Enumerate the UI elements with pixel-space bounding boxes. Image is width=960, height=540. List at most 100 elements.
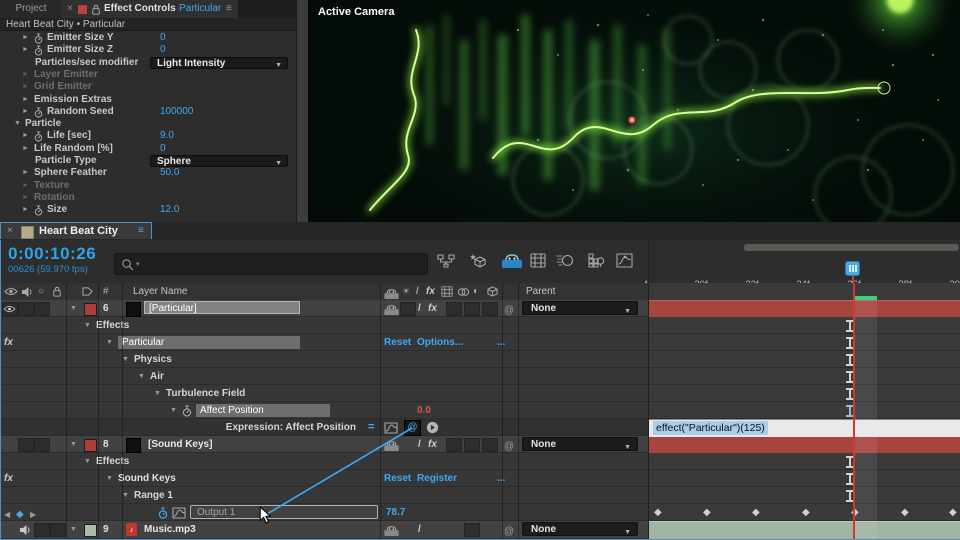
property-value[interactable]: 0 [160, 44, 166, 56]
column-divider[interactable] [122, 283, 123, 540]
expression-graph-icon[interactable] [384, 422, 398, 434]
label-color-chip[interactable] [84, 439, 97, 452]
options-link[interactable]: Options... [417, 334, 463, 351]
twirl-icon[interactable]: ▼ [84, 453, 91, 470]
lock-toggle[interactable] [50, 523, 66, 537]
expression-language-menu-icon[interactable] [426, 421, 439, 434]
quality-switch[interactable]: / [418, 300, 421, 317]
comp-mini-flowchart-icon[interactable] [437, 254, 455, 268]
twirl-icon[interactable]: ▼ [106, 470, 113, 487]
switch-slot[interactable] [400, 302, 416, 316]
expander-icon[interactable]: ▼ [70, 521, 77, 538]
ec-row-life-random[interactable]: ► Life Random [%] 0 [0, 143, 296, 155]
twirl-icon[interactable]: ► [22, 167, 29, 179]
twirl-icon[interactable]: ► [22, 69, 29, 81]
ec-row-emitter-size-y[interactable]: ► Emitter Size Y 0 [0, 32, 296, 44]
property-value[interactable]: 12.0 [160, 204, 179, 216]
draft-3d-icon[interactable] [469, 252, 487, 269]
switch-slot[interactable] [464, 302, 480, 316]
property-value[interactable]: 0 [160, 143, 166, 155]
search-caret-icon[interactable]: ▾ [136, 260, 140, 268]
twirl-icon[interactable]: ► [22, 44, 29, 56]
twirl-icon[interactable]: ► [22, 204, 29, 216]
particles-sec-modifier-dropdown[interactable]: Light Intensity▼ [150, 57, 288, 69]
expression-field[interactable]: effect("Particular")(125) [649, 419, 960, 437]
twirl-icon[interactable]: ▼ [106, 334, 113, 351]
layer-duration-bar-music[interactable] [649, 521, 960, 540]
layer-name-column-header[interactable]: Layer Name [133, 283, 187, 300]
close-icon[interactable]: × [7, 223, 13, 239]
expression-pickwhip-icon[interactable]: @ [404, 420, 421, 436]
parent-dropdown[interactable]: None▼ [522, 301, 638, 315]
twirl-icon[interactable]: ▼ [138, 368, 145, 385]
stopwatch-icon[interactable] [34, 107, 43, 118]
current-time-indicator-line[interactable] [853, 283, 855, 540]
switch-slot[interactable] [446, 302, 462, 316]
property-value[interactable]: 9.0 [160, 130, 174, 142]
layer-name-box[interactable]: [Particular] [144, 301, 300, 314]
solo-toggle[interactable] [34, 438, 50, 452]
keyframe-diamond[interactable]: ◆ [949, 507, 957, 518]
parent-pickwhip-icon[interactable]: @ [504, 523, 514, 540]
stopwatch-icon[interactable] [34, 33, 43, 44]
fx-switch[interactable]: fx [428, 436, 437, 453]
time-ruler[interactable]: f 20f 22f 24f 26f 28f 30f [648, 240, 960, 283]
audio-toggle[interactable] [18, 302, 34, 316]
brainstorm-icon[interactable] [588, 253, 605, 268]
hide-shy-layers-icon[interactable] [502, 254, 522, 268]
tab-heart-beat-city[interactable]: × Heart Beat City ≡ [0, 222, 152, 239]
parent-dropdown[interactable]: None▼ [522, 437, 638, 451]
keyframe-diamond[interactable]: ◆ [703, 507, 711, 518]
register-link[interactable]: Register [417, 470, 457, 487]
property-value[interactable]: 0 [160, 32, 166, 44]
stopwatch-icon[interactable] [34, 45, 43, 56]
layer-name[interactable]: Music.mp3 [144, 521, 196, 538]
property-value[interactable]: 78.7 [386, 504, 405, 521]
shy-switch[interactable] [384, 526, 399, 536]
switch-slot[interactable] [464, 523, 480, 537]
composition-viewer[interactable]: Active Camera [308, 0, 960, 222]
twirl-icon[interactable]: ► [22, 180, 29, 192]
effect-name[interactable]: Sound Keys [118, 470, 176, 487]
keyframe-diamond[interactable]: ◆ [802, 507, 810, 518]
ec-row-rotation[interactable]: ► Rotation [0, 192, 296, 204]
twirl-icon[interactable]: ► [22, 130, 29, 142]
twirl-icon[interactable]: ► [22, 192, 29, 204]
column-divider[interactable] [380, 283, 381, 540]
ec-row-size[interactable]: ► Size 12.0 [0, 204, 296, 216]
twirl-icon[interactable]: ► [22, 81, 29, 93]
layer-name[interactable]: [Sound Keys] [148, 436, 212, 453]
panel-menu-icon[interactable]: ≡ [226, 0, 232, 18]
twirl-icon[interactable]: ► [22, 32, 29, 44]
ec-row-life-sec[interactable]: ► Life [sec] 9.0 [0, 130, 296, 142]
ec-row-grid-emitter[interactable]: ► Grid Emitter [0, 81, 296, 93]
quality-switch[interactable]: / [418, 436, 421, 453]
column-divider[interactable] [98, 283, 99, 540]
video-toggle[interactable] [18, 438, 34, 452]
label-color-chip[interactable] [84, 303, 97, 316]
close-icon[interactable]: × [67, 0, 73, 18]
ec-row-emission-extras[interactable]: ► Emission Extras [0, 94, 296, 106]
ec-row-random-seed[interactable]: ► Random Seed 100000 [0, 106, 296, 118]
expander-icon[interactable]: ▼ [70, 300, 77, 317]
stopwatch-icon[interactable] [182, 405, 192, 417]
pickwhip-drop-target-box[interactable]: Output 1 [190, 505, 378, 519]
stopwatch-icon[interactable] [34, 205, 43, 216]
search-input[interactable]: ▾ [114, 253, 428, 275]
graph-editor-icon[interactable] [616, 253, 633, 268]
property-value[interactable]: 50.0 [160, 167, 179, 179]
twirl-icon[interactable]: ▼ [84, 317, 91, 334]
speaker-icon[interactable] [19, 524, 31, 536]
twirl-icon[interactable]: ▼ [14, 118, 21, 130]
reset-link[interactable]: Reset [384, 470, 411, 487]
solo-toggle[interactable] [34, 523, 50, 537]
time-graph-area[interactable]: effect("Particular")(125) ◆ ◆ ◆ ◆ ◆ ◆ ◆ [648, 283, 960, 540]
column-divider[interactable] [518, 283, 519, 540]
ec-row-particle-group[interactable]: ▼ Particle [0, 118, 296, 130]
fx-switch[interactable]: fx [428, 300, 437, 317]
reset-link[interactable]: Reset [384, 334, 411, 351]
label-color-chip[interactable] [84, 524, 97, 537]
layer-duration-bar-sound-keys[interactable] [649, 436, 960, 454]
property-name-box[interactable]: Affect Position [196, 404, 330, 417]
tab-project[interactable]: Project [0, 0, 62, 18]
